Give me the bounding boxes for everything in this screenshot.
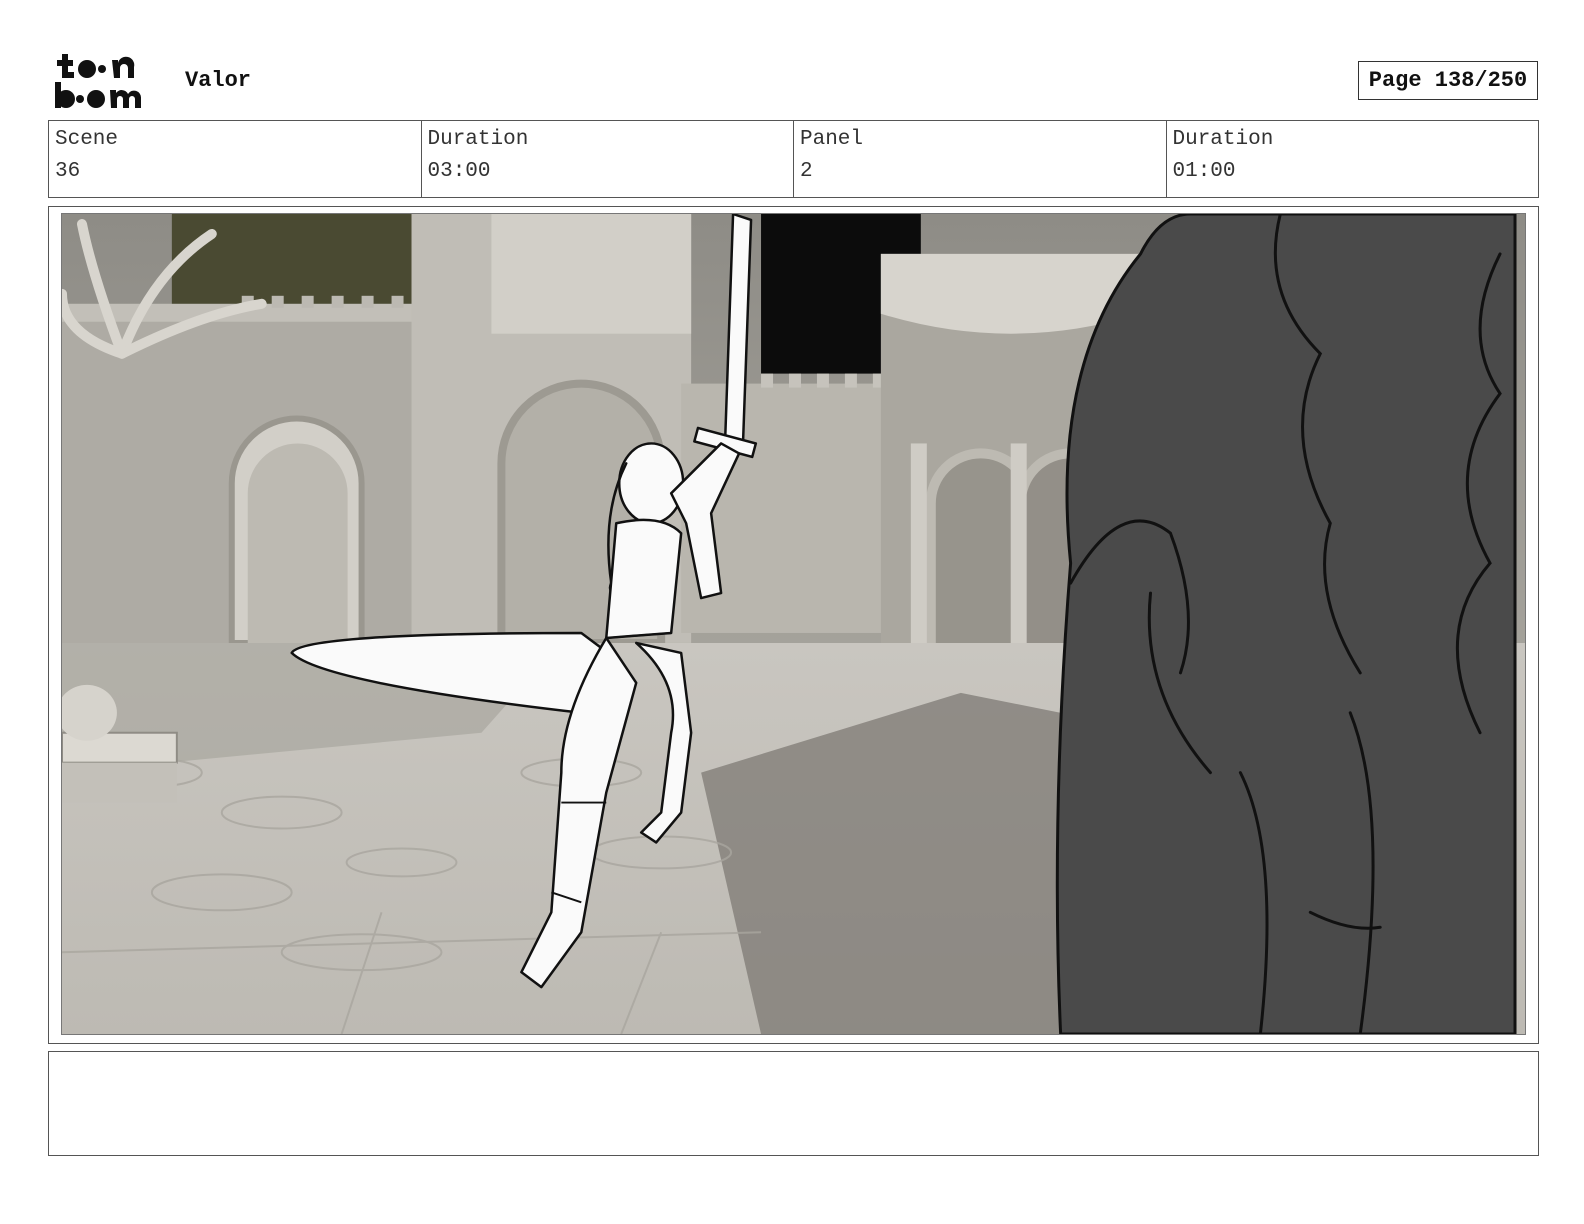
scene-duration-value: 03:00 xyxy=(427,160,491,183)
panel-label: Panel xyxy=(800,128,864,151)
storyboard-panel-frame xyxy=(48,206,1539,1044)
panel-duration-value: 01:00 xyxy=(1172,160,1236,183)
scene-value: 36 xyxy=(55,160,81,183)
scene-duration-label: Duration xyxy=(427,128,529,151)
project-title: Valor xyxy=(185,68,252,93)
storyboard-panel-image xyxy=(61,213,1526,1035)
panel-duration-cell: Duration 01:00 xyxy=(1167,121,1539,197)
panel-value: 2 xyxy=(800,160,813,183)
scene-info-table: Scene 36 Duration 03:00 Panel 2 Duration… xyxy=(48,120,1539,198)
scene-duration-cell: Duration 03:00 xyxy=(422,121,794,197)
page-number-badge: Page 138/250 xyxy=(1358,61,1538,100)
scene-label: Scene xyxy=(55,128,119,151)
panel-cell: Panel 2 xyxy=(794,121,1167,197)
toon-boom-logo xyxy=(55,54,142,108)
panel-notes-box xyxy=(48,1051,1539,1156)
page-number-label: Page 138/250 xyxy=(1368,68,1528,93)
scene-cell: Scene 36 xyxy=(49,121,422,197)
panel-duration-label: Duration xyxy=(1172,128,1274,151)
